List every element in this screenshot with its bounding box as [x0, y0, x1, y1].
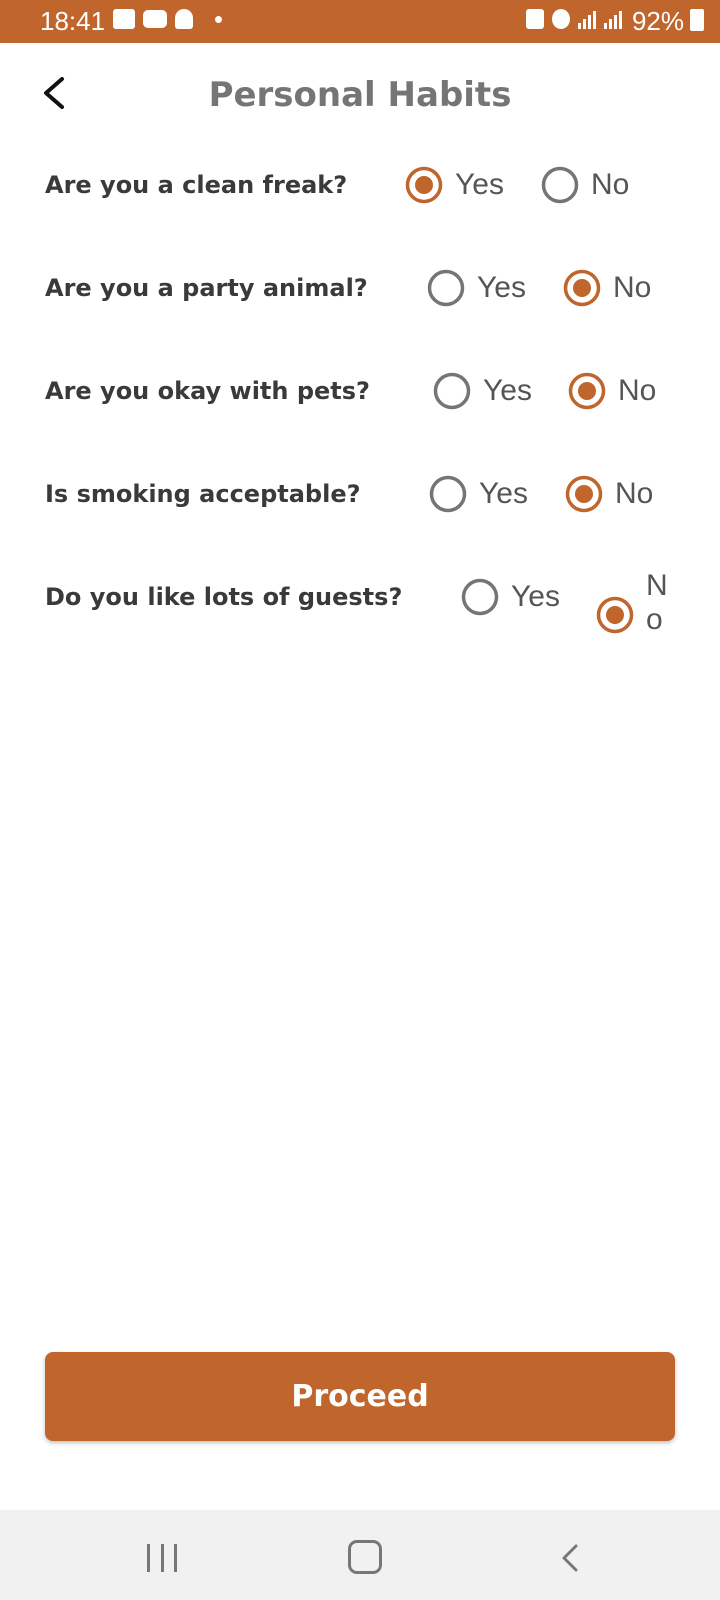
option-yes-label: Yes	[479, 477, 528, 510]
4g-signal-icon	[604, 9, 622, 29]
battery-icon	[690, 9, 704, 31]
alarm-icon	[552, 9, 570, 29]
radio-selected-no[interactable]	[563, 269, 601, 307]
question-label: Do you like lots of guests?	[45, 583, 403, 611]
back-icon[interactable]	[552, 1540, 588, 1576]
radio-no[interactable]	[541, 166, 579, 204]
option-yes-label: Yes	[477, 271, 526, 304]
home-icon[interactable]	[348, 1540, 382, 1574]
gallery-icon	[113, 9, 135, 29]
radio-selected-yes[interactable]	[405, 166, 443, 204]
option-yes-label: Yes	[511, 580, 560, 613]
lock-icon	[526, 9, 544, 29]
system-nav-bar	[0, 1510, 720, 1600]
option-no-label: No	[613, 271, 652, 304]
status-right-icons	[526, 9, 622, 29]
option-no-label: No	[646, 569, 668, 636]
radio-selected-no[interactable]	[565, 475, 603, 513]
question-label: Is smoking acceptable?	[45, 480, 361, 508]
option-no-label: No	[615, 477, 654, 510]
option-no-label: No	[618, 374, 657, 407]
option-yes-label: Yes	[455, 168, 504, 201]
recent-apps-icon[interactable]	[147, 1544, 177, 1572]
status-time: 18:41	[40, 6, 106, 36]
question-party-animal: Are you a party animal? Yes No	[0, 260, 720, 350]
question-clean-freak: Are you a clean freak? Yes No	[0, 157, 720, 247]
option-no-label: No	[591, 168, 630, 201]
page-title: Personal Habits	[208, 75, 512, 115]
radio-selected-no[interactable]	[596, 596, 634, 634]
radio-yes[interactable]	[427, 269, 465, 307]
dot-icon	[215, 15, 222, 23]
question-smoking: Is smoking acceptable? Yes No	[0, 466, 720, 556]
snapchat-icon	[175, 9, 193, 29]
proceed-button[interactable]: Proceed	[45, 1352, 675, 1441]
question-label: Are you a clean freak?	[45, 171, 348, 199]
question-guests: Do you like lots of guests? Yes No	[0, 569, 720, 659]
option-yes-label: Yes	[483, 374, 532, 407]
signal-icon	[578, 9, 596, 29]
radio-selected-no[interactable]	[568, 372, 606, 410]
status-left-icons	[113, 9, 222, 29]
radio-yes[interactable]	[429, 475, 467, 513]
app-header: Personal Habits	[0, 43, 720, 153]
radio-yes[interactable]	[433, 372, 471, 410]
question-label: Are you okay with pets?	[45, 377, 370, 405]
question-pets: Are you okay with pets? Yes No	[0, 363, 720, 453]
radio-yes[interactable]	[461, 578, 499, 616]
youtube-icon	[143, 10, 167, 28]
battery-percent: 92%	[631, 6, 684, 36]
question-label: Are you a party animal?	[45, 274, 368, 302]
status-bar: 18:41 92%	[0, 0, 720, 43]
